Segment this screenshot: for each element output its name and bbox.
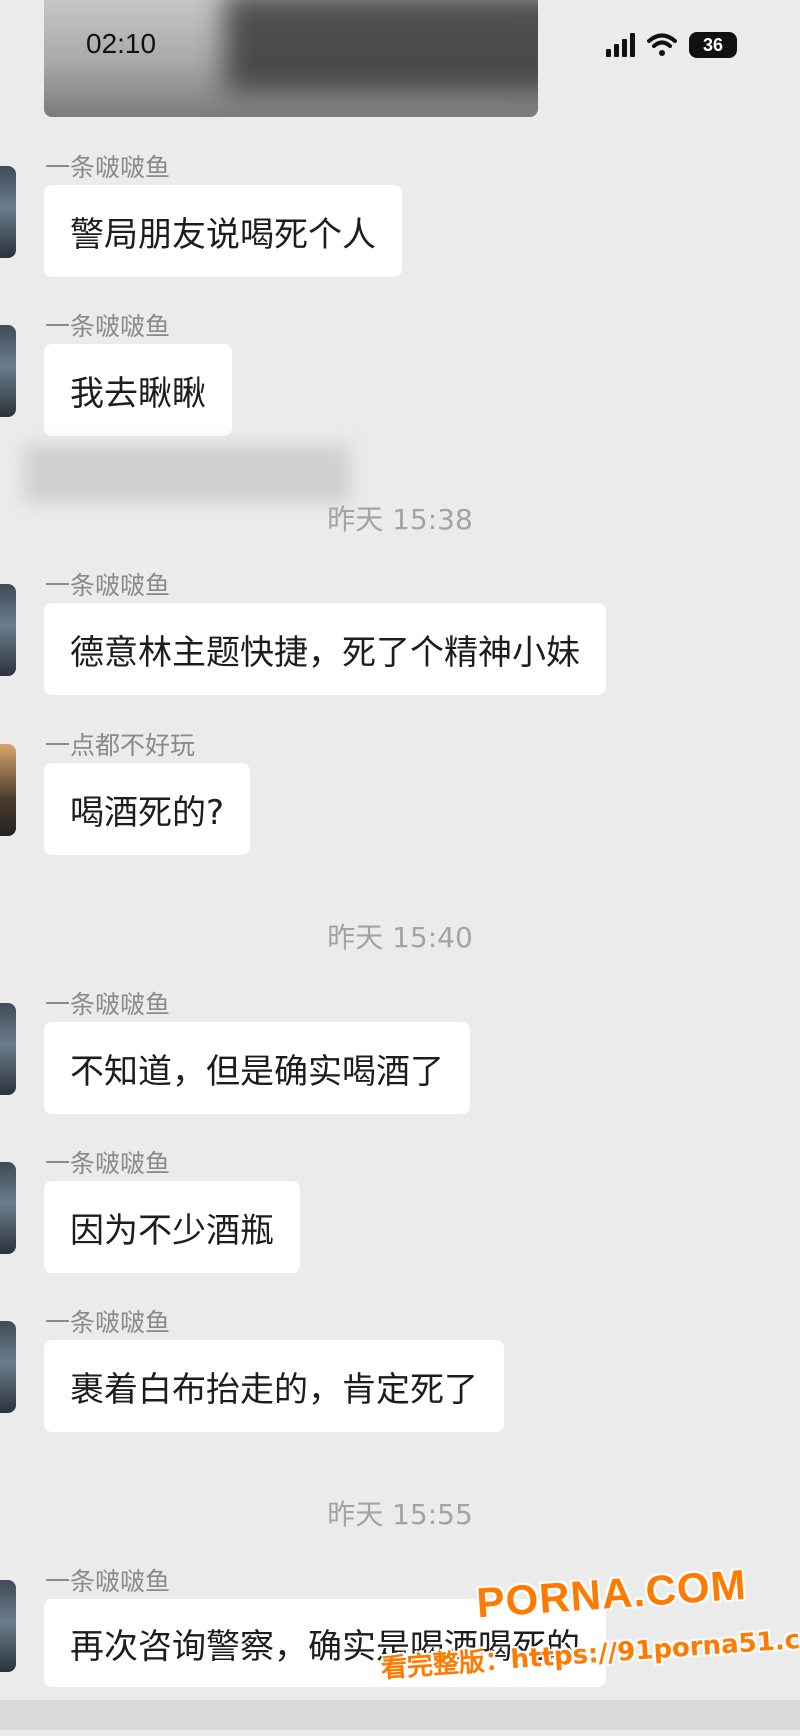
timestamp-separator: 昨天 15:38 [327, 503, 473, 536]
avatar[interactable] [0, 744, 16, 836]
status-time: 02:10 [86, 28, 157, 59]
signal-icon [606, 33, 635, 57]
sender-name: 一条啵啵鱼 [45, 571, 171, 600]
avatar[interactable] [0, 1162, 16, 1254]
blurred-region [224, 0, 538, 92]
timestamp-separator: 昨天 15:40 [327, 921, 473, 954]
avatar[interactable] [0, 1321, 16, 1413]
watermark-url: 看完整版：https://91porna51.com [380, 1621, 800, 1685]
sender-name: 一条啵啵鱼 [45, 1567, 171, 1596]
sender-name: 一条啵啵鱼 [45, 990, 171, 1019]
watermark: PORNA.COM 看完整版：https://91porna51.com [375, 1558, 800, 1736]
message-bubble[interactable]: 因为不少酒瓶 [44, 1181, 300, 1273]
sender-name: 一条啵啵鱼 [45, 1149, 171, 1178]
avatar[interactable] [0, 166, 16, 258]
sender-name: 一点都不好玩 [45, 731, 196, 760]
avatar[interactable] [0, 1003, 16, 1095]
timestamp-separator: 昨天 15:55 [327, 1498, 473, 1531]
message-bubble[interactable]: 裹着白布抬走的，肯定死了 [44, 1340, 504, 1432]
avatar[interactable] [0, 325, 16, 417]
blurred-message [24, 445, 350, 503]
message-bubble[interactable]: 喝酒死的? [44, 763, 251, 855]
avatar[interactable] [0, 584, 16, 676]
wifi-icon [647, 33, 677, 56]
watermark-logo: PORNA.COM [475, 1560, 748, 1627]
status-icons: 36 [606, 30, 737, 60]
message-bubble[interactable]: 德意林主题快捷，死了个精神小妹 [44, 603, 606, 695]
message-bubble[interactable]: 警局朋友说喝死个人 [44, 185, 402, 277]
message-bubble[interactable]: 我去瞅瞅 [44, 344, 232, 436]
sender-name: 一条啵啵鱼 [45, 153, 171, 182]
avatar[interactable] [0, 1580, 16, 1672]
sender-name: 一条啵啵鱼 [45, 1308, 171, 1337]
sender-name: 一条啵啵鱼 [45, 312, 171, 341]
message-bubble[interactable]: 不知道，但是确实喝酒了 [44, 1022, 470, 1114]
battery-icon: 36 [689, 32, 737, 58]
